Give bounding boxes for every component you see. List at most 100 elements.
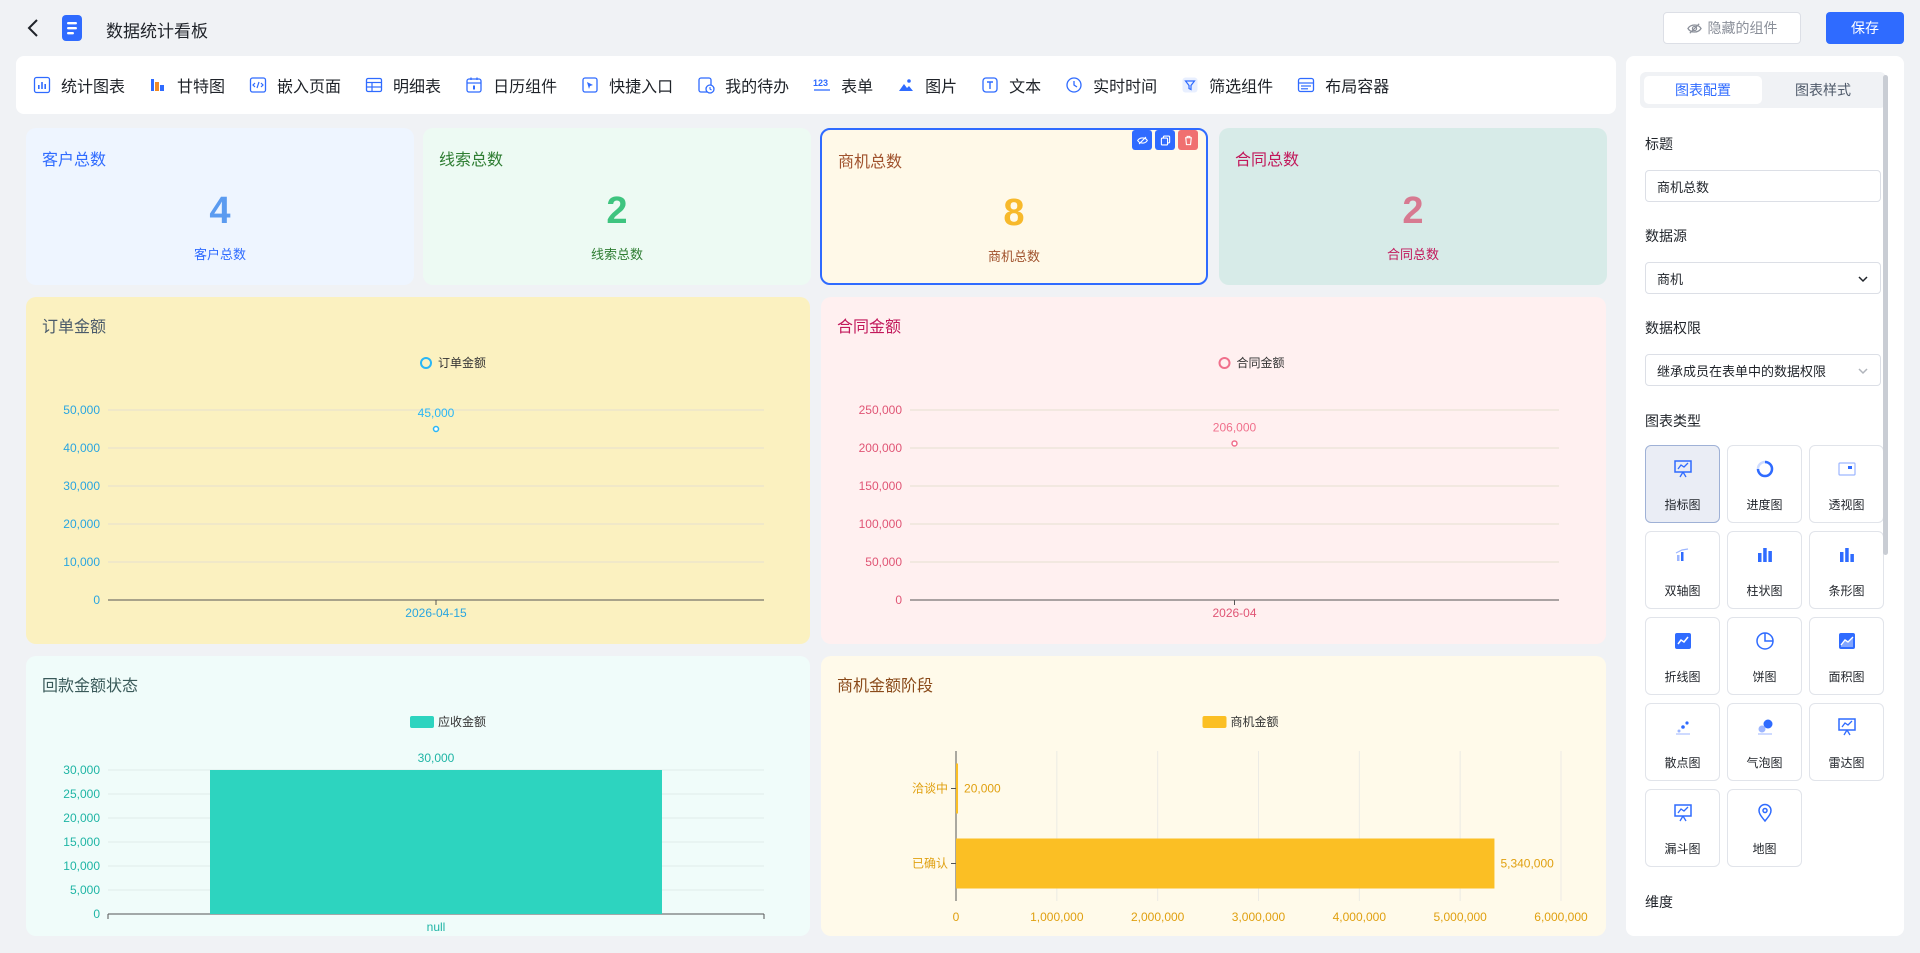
copy-component-button[interactable] (1155, 130, 1175, 150)
stat-card[interactable]: 线索总数 2 线索总数 (423, 128, 811, 285)
payment-status-chart: 应收金额 0 5,000 10,000 15,000 20,000 25,000 30,000… (63, 714, 765, 934)
tool-label: 文本 (1009, 79, 1042, 96)
order-amount-card[interactable]: 订单金额 订单金额 0 10,000 20,000 30,000 40,000 50,000… (26, 297, 810, 644)
data-label: 206,000 (1213, 420, 1257, 434)
stat-sublabel: 商机总数 (987, 249, 1040, 264)
legend-marker (410, 716, 434, 728)
tool-label: 甘特图 (177, 79, 226, 96)
tool-gantt[interactable]: 甘特图 (149, 73, 225, 97)
data-source-select[interactable]: 商机 (1645, 262, 1881, 294)
tool-table[interactable]: 明细表 (365, 73, 441, 97)
chart-type-pivot-chart[interactable]: 透视图 (1809, 445, 1884, 523)
copy-icon (1160, 134, 1170, 146)
shortcut-icon (582, 77, 598, 93)
tab-chart-config[interactable]: 图表配置 (1644, 76, 1762, 104)
y-tick-label: 20,000 (63, 517, 100, 531)
tool-image[interactable]: 图片 (897, 73, 957, 97)
chart-type-area-chart[interactable]: 面积图 (1809, 617, 1884, 695)
tool-form-123[interactable]: 123 表单 (813, 73, 873, 97)
chart-type-map-pin[interactable]: 地图 (1727, 789, 1802, 867)
x-tick-label: 0 (953, 910, 960, 924)
bar-chart-icon (1839, 548, 1854, 562)
chart-legend: 订单金额 (420, 355, 486, 370)
tool-layout-container[interactable]: 布局容器 (1297, 73, 1389, 97)
chart-type-label: 双轴图 (1664, 584, 1701, 598)
y-tick-label: 150,000 (859, 479, 903, 493)
y-tick-label: 30,000 (63, 763, 100, 777)
hidden-components-button[interactable]: 隐藏的组件 (1663, 12, 1801, 44)
selection-actions (1132, 130, 1198, 150)
tool-bar-chart[interactable]: 统计图表 (33, 73, 125, 97)
tool-text[interactable]: 文本 (981, 73, 1041, 97)
contract-amount-card[interactable]: 合同金额 合同金额 0 50,000 100,000 150,000 200,000 250… (821, 297, 1606, 644)
data-permission-label: 数据权限 (1645, 320, 1701, 336)
back-arrow-icon[interactable] (22, 16, 46, 40)
opportunity-stage-card[interactable]: 商机金额阶段 商机金额 0 1,000,000 2,000,000 3,000,000 4… (821, 656, 1606, 936)
chart-type-label: 雷达图 (1828, 756, 1865, 770)
title-label: 标题 (1645, 136, 1673, 152)
radar-chart-icon (1837, 718, 1856, 736)
data-label: 45,000 (418, 406, 455, 420)
data-label: 20,000 (964, 782, 1001, 796)
clock-icon (1066, 77, 1082, 93)
legend-label: 合同金额 (1237, 355, 1285, 370)
chart-type-label: 进度图 (1746, 498, 1783, 512)
chart-type-label: 指标图 (1664, 498, 1701, 512)
chart-type-progress-ring[interactable]: 进度图 (1727, 445, 1802, 523)
page-title: 数据统计看板 (106, 22, 208, 41)
map-pin-icon (1757, 803, 1772, 823)
chart-type-funnel-chart[interactable]: 漏斗图 (1645, 789, 1720, 867)
column-chart-icon (1757, 548, 1772, 562)
dimension-label: 维度 (1645, 894, 1673, 910)
chart-legend: 商机金额 (1202, 714, 1279, 729)
y-tick-label: 100,000 (859, 517, 903, 531)
tool-embed-code[interactable]: 嵌入页面 (249, 73, 341, 97)
stat-value: 8 (1003, 192, 1025, 234)
calendar-icon (466, 77, 482, 93)
opportunity-stage-chart: 商机金额 0 1,000,000 2,000,000 3,000,000 4,000,00… (912, 714, 1588, 924)
area-chart-icon (1838, 633, 1855, 649)
scatter-chart-icon (1675, 721, 1690, 735)
stat-card[interactable]: 商机总数 8 商机总数 (820, 128, 1208, 285)
chart-type-bubble-chart[interactable]: 气泡图 (1727, 703, 1802, 781)
payment-status-card[interactable]: 回款金额状态 应收金额 0 5,000 10,000 15,000 20,000 25,00… (26, 656, 810, 936)
tool-clock[interactable]: 实时时间 (1065, 73, 1157, 97)
image-icon (899, 79, 914, 91)
pivot-chart-icon (1837, 462, 1856, 476)
data-source-label: 数据源 (1645, 228, 1687, 244)
order-amount-chart: 订单金额 0 10,000 20,000 30,000 40,000 50,000 2026-… (63, 355, 764, 620)
legend-label: 商机金额 (1231, 714, 1279, 729)
delete-component-button[interactable] (1178, 130, 1198, 150)
chart-type-scatter-chart[interactable]: 散点图 (1645, 703, 1720, 781)
tool-shortcut[interactable]: 快捷入口 (581, 73, 673, 97)
title-input[interactable]: 商机总数 (1645, 170, 1881, 202)
y-tick-label: 40,000 (63, 441, 100, 455)
chart-type-bar-chart[interactable]: 条形图 (1809, 531, 1884, 609)
component-toolbar: 统计图表 甘特图 嵌入页面 明细表 日历组件 快捷入口 我的待办 123 表单 图片 文本 实时时间 筛… (16, 56, 1616, 114)
chart-type-pie-chart[interactable]: 饼图 (1727, 617, 1802, 695)
chart-type-radar-chart[interactable]: 雷达图 (1809, 703, 1884, 781)
data-permission-select[interactable]: 继承成员在表单中的数据权限 (1645, 354, 1881, 386)
save-button[interactable]: 保存 (1826, 12, 1904, 44)
chart-type-icon-wrap (1728, 458, 1801, 480)
chart-type-dual-axis-chart[interactable]: 双轴图 (1645, 531, 1720, 609)
tool-calendar[interactable]: 日历组件 (465, 73, 557, 97)
contract-amount-chart: 合同金额 0 50,000 100,000 150,000 200,000 250,000 2… (859, 355, 1559, 620)
chart-type-icon-wrap (1810, 458, 1883, 480)
panel-scrollbar[interactable] (1883, 75, 1888, 555)
tab-chart-style[interactable]: 图表样式 (1764, 76, 1882, 104)
stat-sublabel: 客户总数 (193, 247, 246, 262)
chart-type-column-chart[interactable]: 柱状图 (1727, 531, 1802, 609)
chart-type-line-chart[interactable]: 折线图 (1645, 617, 1720, 695)
chart-type-indicator-chart[interactable]: 指标图 (1645, 445, 1720, 523)
tool-todo[interactable]: 我的待办 (697, 73, 789, 97)
chart-type-icon-wrap (1728, 716, 1801, 738)
hide-component-button[interactable] (1132, 130, 1152, 150)
stat-card[interactable]: 客户总数 4 客户总数 (26, 128, 414, 285)
tool-label: 明细表 (393, 79, 442, 96)
text-icon (982, 77, 998, 93)
tool-filter[interactable]: 筛选组件 (1181, 73, 1273, 97)
tool-label: 表单 (841, 79, 874, 96)
stat-card[interactable]: 合同总数 2 合同总数 (1219, 128, 1607, 285)
line-chart-icon (1674, 633, 1691, 649)
